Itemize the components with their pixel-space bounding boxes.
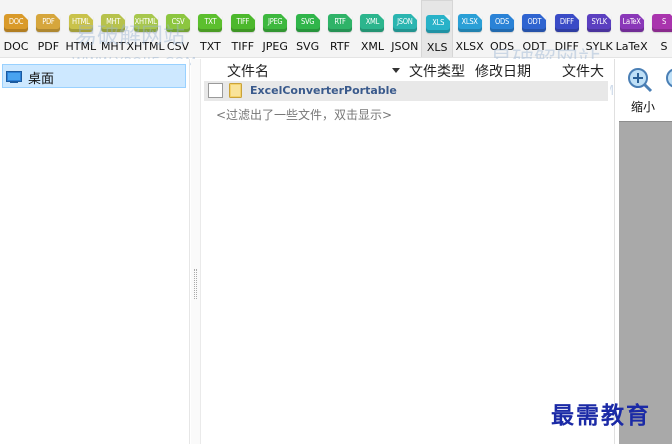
- filtered-files-message[interactable]: <过滤出了一些文件，双击显示>: [216, 106, 392, 123]
- format-label: S: [660, 40, 668, 53]
- jpeg-file-icon: JPEG: [263, 14, 288, 32]
- format-icon-text: JPEG: [268, 17, 283, 26]
- tree-item-desktop[interactable]: 桌面: [2, 64, 186, 88]
- format-icon-text: CSV: [171, 17, 185, 26]
- s-file-icon: S: [652, 14, 672, 32]
- html-file-icon: HTML: [68, 14, 93, 32]
- diff-file-icon: DIFF: [554, 14, 579, 32]
- svg-file-icon: SVG: [295, 14, 320, 32]
- brand-watermark: 最需教育: [551, 402, 651, 429]
- format-icon-text: RTF: [334, 17, 346, 26]
- zoom-in-label: 放: [659, 98, 672, 115]
- sort-arrow-icon: [392, 68, 400, 73]
- format-icon-text: DIFF: [559, 17, 574, 26]
- format-icon-text: JSON: [397, 17, 413, 26]
- ods-file-icon: ODS: [490, 14, 514, 32]
- format-icon-text: HTML: [72, 17, 90, 26]
- format-button-s[interactable]: SS: [648, 0, 672, 57]
- xhtml-file-icon: XHTML: [133, 14, 158, 32]
- json-file-icon: JSON: [392, 14, 417, 32]
- odt-file-icon: ODT: [522, 14, 547, 32]
- folder-tree: 桌面: [0, 59, 190, 444]
- xls-file-icon: XLS: [426, 15, 451, 33]
- column-header-type[interactable]: 文件类型: [409, 61, 465, 81]
- rtf-file-icon: RTF: [328, 14, 352, 32]
- format-icon-text: ODS: [495, 17, 509, 26]
- folder-icon: [229, 83, 242, 98]
- preview-pane: 缩小 放: [614, 59, 672, 444]
- format-icon-text: PDF: [42, 17, 55, 26]
- column-header-name[interactable]: 文件名: [227, 61, 269, 81]
- file-name: ExcelConverterPortable: [250, 84, 397, 97]
- format-icon-text: XLS: [432, 18, 445, 27]
- xlsx-file-icon: XLSX: [457, 14, 482, 32]
- format-icon-text: MHT: [106, 17, 121, 26]
- format-icon-text: SYLK: [591, 17, 607, 26]
- pane-splitter[interactable]: [191, 59, 201, 444]
- sylk-file-icon: SYLK: [587, 14, 612, 32]
- column-header-size[interactable]: 文件大: [562, 61, 604, 81]
- format-icon-text: DOC: [8, 17, 24, 26]
- xml-file-icon: XML: [360, 14, 385, 32]
- column-header: 文件名 文件类型 修改日期 文件大: [202, 59, 610, 81]
- format-icon-text: S: [662, 17, 666, 26]
- tree-item-label: 桌面: [28, 72, 55, 87]
- zoom-in-button[interactable]: 放: [659, 65, 672, 117]
- tiff-file-icon: TIFF: [230, 14, 255, 32]
- row-checkbox[interactable]: [208, 83, 223, 98]
- format-toolbar: DOC DOC PDF PDF HTML HTML MHT MHT XHTML XHTML CSV C…: [0, 0, 672, 58]
- zoom-out-icon: [628, 68, 653, 93]
- mht-file-icon: MHT: [101, 14, 126, 32]
- zoom-in-icon: [666, 68, 672, 88]
- format-icon-text: XHTML: [134, 17, 157, 26]
- csv-file-icon: CSV: [166, 14, 190, 32]
- desktop-icon: [6, 71, 22, 83]
- format-icon-text: LaTeX: [622, 17, 641, 26]
- splitter-grip: [194, 269, 197, 299]
- doc-file-icon: DOC: [4, 14, 28, 32]
- column-header-date[interactable]: 修改日期: [475, 61, 531, 81]
- format-icon-text: ODT: [527, 17, 542, 26]
- format-icon-text: TIFF: [236, 17, 250, 26]
- format-icon-text: TXT: [204, 17, 217, 26]
- file-list: 文件名 文件类型 修改日期 文件大 ExcelConverterPortable…: [202, 59, 610, 444]
- pdf-file-icon: PDF: [36, 14, 61, 32]
- format-icon-text: SVG: [300, 17, 315, 26]
- latex-file-icon: LaTeX: [619, 14, 644, 32]
- txt-file-icon: TXT: [198, 14, 223, 32]
- format-icon-text: XML: [365, 17, 380, 26]
- format-icon-text: XLSX: [461, 17, 478, 26]
- file-row[interactable]: ExcelConverterPortable: [204, 81, 608, 101]
- zoom-out-button[interactable]: 缩小: [621, 65, 655, 117]
